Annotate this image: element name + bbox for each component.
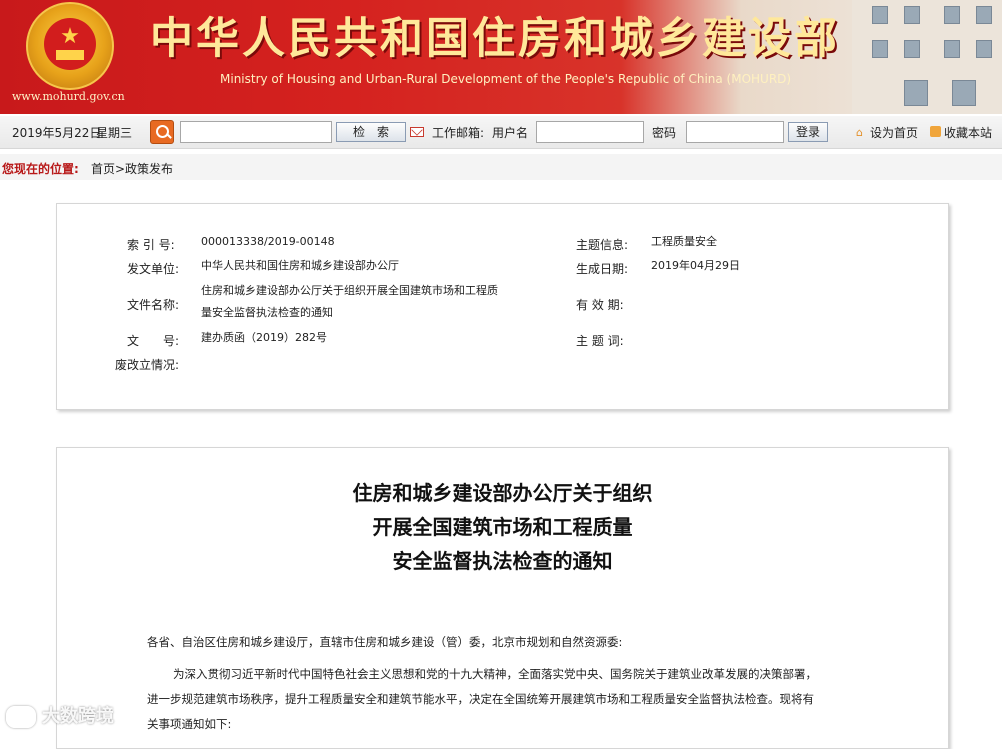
password-label: 密码 [652,126,677,140]
bookmark-link[interactable]: 收藏本站 [944,124,992,141]
building-photo [852,0,1002,114]
site-title: 中华人民共和国住房和城乡建设部 [150,14,840,64]
search-button[interactable]: 检 索 [336,122,406,142]
national-emblem-icon[interactable]: ★ [26,2,114,90]
issuer-value: 中华人民共和国住房和城乡建设部办公厅 [201,259,399,272]
paragraph-line: 进一步规范建筑市场秩序，提升工程质量安全和建筑节能水平，决定在全国统筹开展建筑市… [147,692,814,706]
paragraph-line: 为深入贯彻习近平新时代中国特色社会主义思想和党的十九大精神，全面落实党中央、国务… [173,667,817,681]
search-icon[interactable] [150,120,174,144]
date-label: 生成日期: [576,262,629,276]
username-input[interactable] [536,121,644,143]
docno-label: 文 号: [127,334,180,348]
breadcrumb-label: 您现在的位置: [2,162,79,176]
search-input[interactable] [180,121,332,143]
document-metadata: 索 引 号: 000013338/2019-00148 发文单位: 中华人民共和… [56,203,949,410]
mail-label: 工作邮箱: [432,126,485,140]
bookmark-icon [930,126,941,137]
salutation: 各省、自治区住房和城乡建设厅，直辖市住房和城乡建设（管）委，北京市规划和自然资源… [147,635,623,649]
filename-value: 住房和城乡建设部办公厅关于组织开展全国建筑市场和工程质量安全监督执法检查的通知 [201,284,498,319]
mail-icon [410,127,424,137]
document-title: 住房和城乡建设部办公厅关于组织 开展全国建筑市场和工程质量 安全监督执法检查的通… [57,476,948,578]
title-line: 住房和城乡建设部办公厅关于组织 [352,481,653,505]
watermark: 大数跨境 [6,702,114,728]
breadcrumb-path[interactable]: 首页>政策发布 [91,160,173,177]
filename-label: 文件名称: [127,298,180,312]
site-banner: ★ www.mohurd.gov.cn 中华人民共和国住房和城乡建设部 Mini… [0,0,1002,114]
login-button[interactable]: 登录 [788,122,828,142]
issuer-label: 发文单位: [127,262,180,276]
topic-label: 主题信息: [576,238,629,252]
paragraph: 为深入贯彻习近平新时代中国特色社会主义思想和党的十九大精神，全面落实党中央、国务… [147,662,867,737]
site-url: www.mohurd.gov.cn [12,90,125,103]
site-title-en: Ministry of Housing and Urban-Rural Deve… [220,72,792,86]
topic-value: 工程质量安全 [651,235,717,248]
index-label: 索 引 号: [127,238,175,252]
home-icon: ⌂ [856,126,863,139]
date-value: 2019年04月29日 [651,259,740,272]
set-home-link[interactable]: 设为首页 [870,124,918,141]
watermark-text: 大数跨境 [42,706,114,727]
index-value: 000013338/2019-00148 [201,235,335,248]
title-line: 开展全国建筑市场和工程质量 [372,515,633,539]
paragraph-line: 关事项通知如下: [147,717,232,731]
keywords-label: 主 题 词: [576,334,624,348]
document-body: 住房和城乡建设部办公厅关于组织 开展全国建筑市场和工程质量 安全监督执法检查的通… [56,447,949,749]
password-input[interactable] [686,121,784,143]
title-line: 安全监督执法检查的通知 [392,549,613,573]
repeal-label: 废改立情况: [115,358,180,372]
validity-label: 有 效 期: [576,298,624,312]
breadcrumb: 您现在的位置: 首页>政策发布 [0,154,1002,180]
watermark-logo-icon [6,706,36,728]
docno-value: 建办质函（2019）282号 [201,331,327,344]
current-date: 2019年5月22日 [12,126,102,140]
username-label: 用户名 [492,126,529,140]
top-toolbar: 2019年5月22日 星期三 检 索 工作邮箱: 用户名 密码 登录 ⌂ 设为首… [0,116,1002,149]
current-weekday: 星期三 [96,126,133,140]
